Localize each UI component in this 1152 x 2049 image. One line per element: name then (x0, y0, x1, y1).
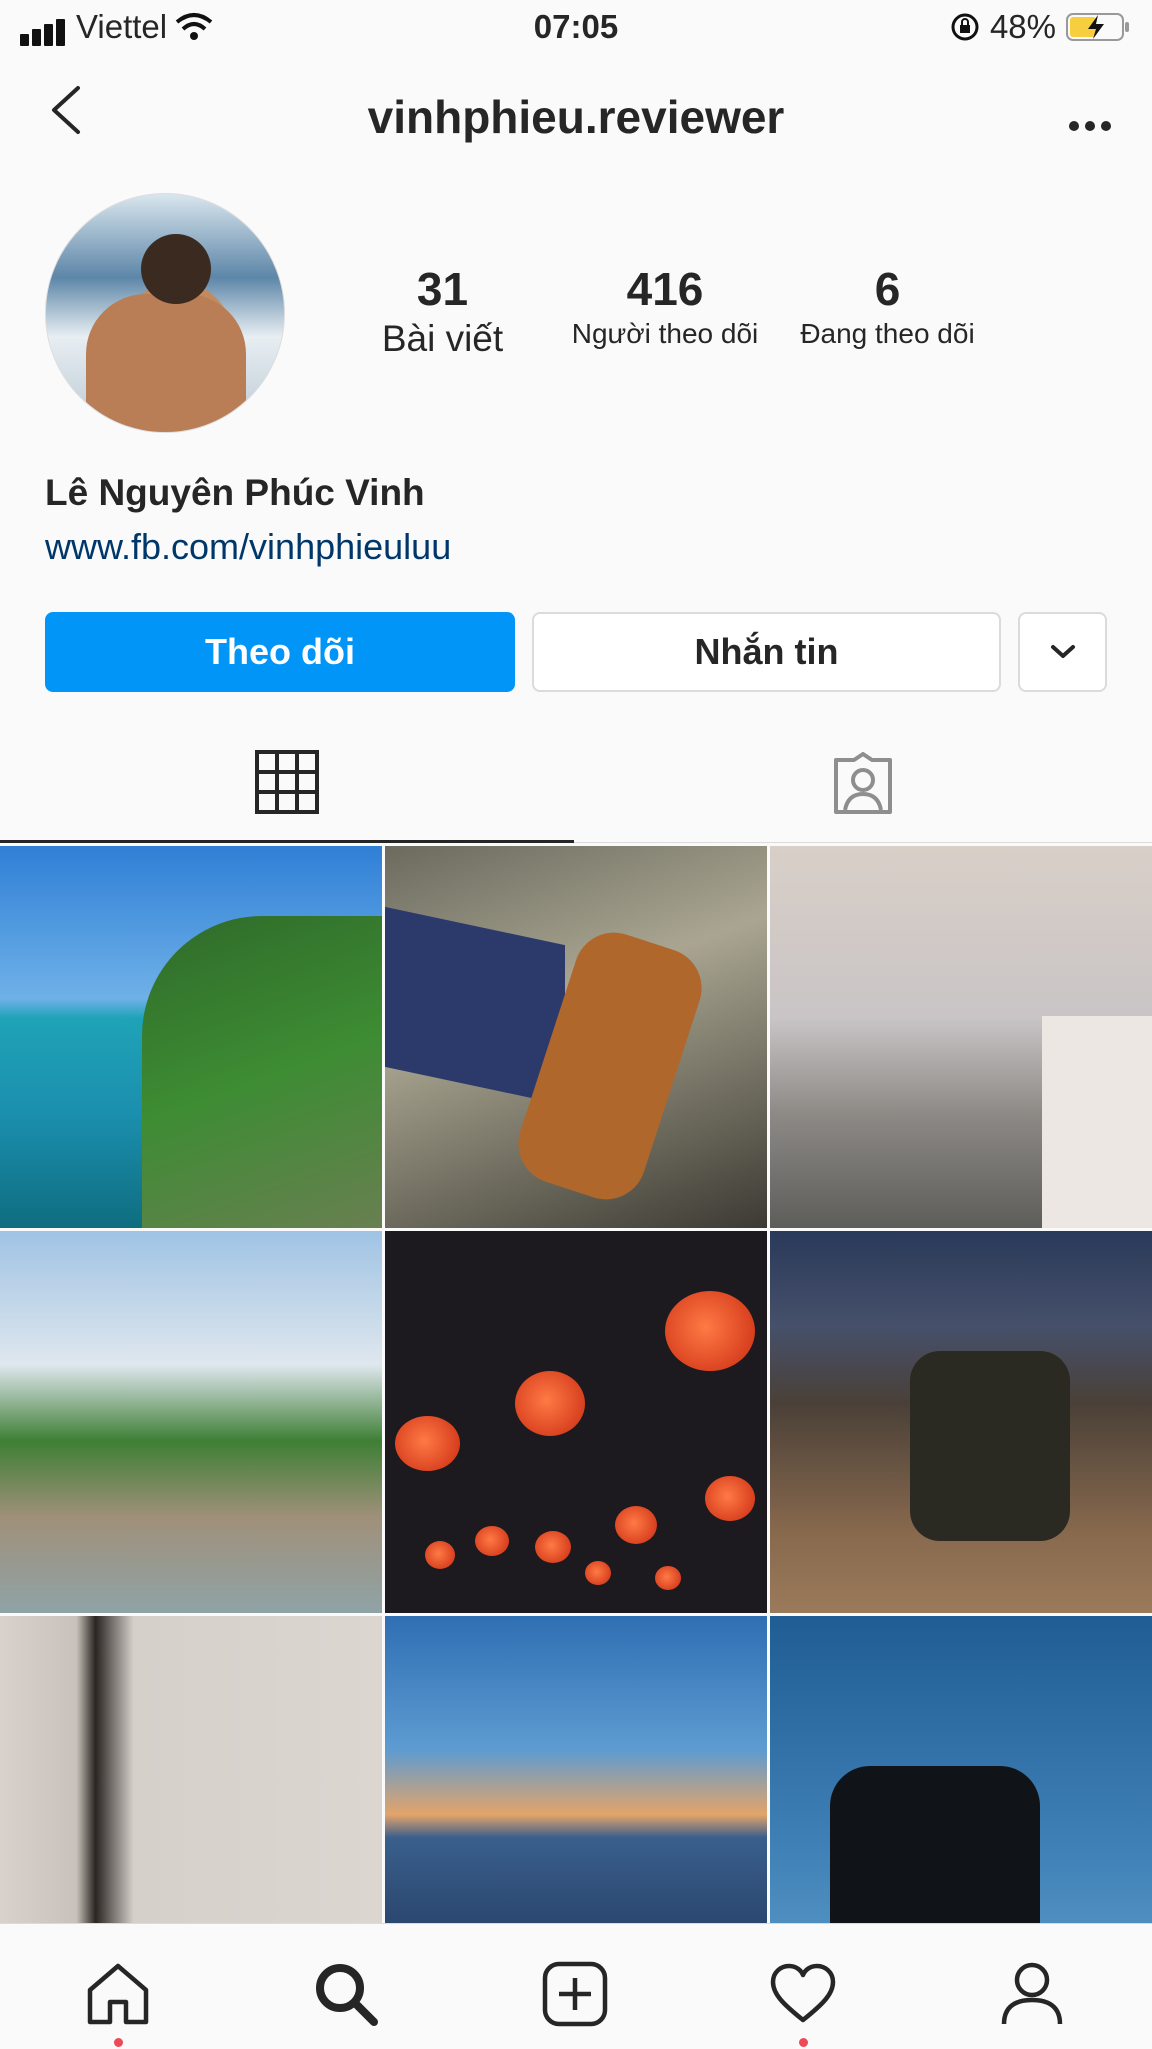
post-thumbnail[interactable] (0, 846, 382, 1228)
nav-activity[interactable] (763, 1954, 843, 2047)
profile-icon (1001, 1962, 1063, 2025)
stat-following[interactable]: 6 Đang theo dõi (780, 262, 995, 350)
tab-posts-grid[interactable] (255, 750, 319, 819)
stat-following-label: Đang theo dõi (800, 318, 975, 349)
orientation-lock-icon (951, 13, 979, 41)
more-dots-icon (1069, 121, 1111, 131)
nav-home[interactable] (78, 1954, 158, 2047)
notification-dot (114, 2038, 123, 2047)
stat-followers-count: 416 (626, 263, 704, 315)
search-icon (316, 1964, 378, 2026)
profile-link[interactable]: www.fb.com/vinhphieuluu (45, 526, 451, 568)
chevron-down-icon (1050, 645, 1075, 658)
follow-button[interactable]: Theo dõi (45, 612, 515, 692)
status-bar: Viettel 07:05 48% (0, 0, 1152, 58)
posts-grid (0, 846, 1152, 1998)
suggested-dropdown-button[interactable] (1018, 612, 1107, 692)
tagged-icon (834, 752, 892, 814)
bottom-nav (0, 1923, 1152, 2049)
home-icon (87, 1963, 149, 2025)
battery-percent: 48% (989, 8, 1056, 45)
stat-followers-label: Người theo dõi (571, 318, 759, 349)
post-thumbnail[interactable] (770, 846, 1152, 1228)
avatar[interactable] (45, 193, 285, 433)
more-options-button[interactable] (1068, 98, 1112, 138)
stat-posts[interactable]: 31 Bài viết (355, 262, 530, 360)
post-thumbnail[interactable] (0, 1231, 382, 1613)
message-button[interactable]: Nhắn tin (532, 612, 1001, 692)
active-tab-indicator (0, 840, 574, 843)
tab-tagged[interactable] (830, 752, 896, 821)
nav-add-post[interactable] (535, 1954, 615, 2034)
grid-icon (255, 750, 319, 814)
add-post-icon (542, 1961, 608, 2027)
nav-search[interactable] (306, 1954, 386, 2034)
stat-followers[interactable]: 416 Người theo dõi (555, 262, 775, 350)
stat-posts-count: 31 (416, 263, 469, 315)
stat-following-count: 6 (874, 263, 901, 315)
battery-charging-icon (1066, 13, 1129, 41)
heart-icon (770, 1963, 836, 2023)
profile-username: vinhphieu.reviewer (367, 91, 785, 143)
notification-dot (799, 2038, 808, 2047)
profile-name: Lê Nguyên Phúc Vinh (45, 472, 425, 513)
stat-posts-label: Bài viết (381, 318, 504, 359)
nav-profile[interactable] (992, 1954, 1072, 2034)
post-thumbnail[interactable] (770, 1231, 1152, 1613)
post-thumbnail[interactable] (385, 1231, 767, 1613)
post-thumbnail[interactable] (385, 846, 767, 1228)
status-right: 48% (950, 8, 1130, 46)
